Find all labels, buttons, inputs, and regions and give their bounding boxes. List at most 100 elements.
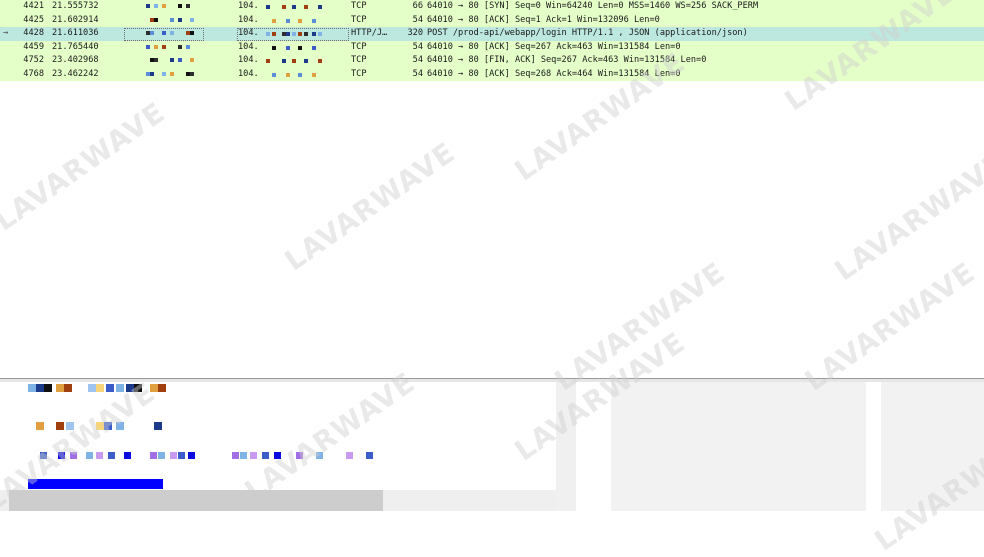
- packet-source: [124, 68, 234, 82]
- redacted-destination-pixel: [266, 32, 270, 36]
- redacted-detail-pixel: [108, 452, 115, 459]
- packet-time: 21.765440: [52, 41, 99, 52]
- redacted-destination-pixel: [272, 18, 276, 23]
- redacted-destination-pixel: [298, 45, 302, 50]
- redacted-source-pixel: [150, 31, 154, 35]
- redacted-detail-pixel: [106, 384, 114, 392]
- redacted-detail-pixel: [56, 384, 64, 392]
- redacted-source-pixel: [154, 4, 158, 8]
- redacted-destination-pixel: [304, 59, 308, 63]
- redacted-source-pixel: [162, 44, 166, 49]
- bytes-hex-view: [611, 382, 866, 511]
- redacted-destination-pixel: [286, 18, 290, 23]
- redacted-detail-pixel: [70, 452, 77, 459]
- redacted-detail-pixel: [64, 384, 72, 392]
- packet-destination: 104.: [238, 14, 259, 25]
- packet-length: 66: [412, 1, 423, 11]
- redacted-source-pixel: [154, 17, 158, 22]
- redacted-source-pixel: [178, 44, 182, 49]
- redacted-destination-pixel: [282, 5, 286, 9]
- packet-info: 64010 → 80 [SYN] Seq=0 Win=64240 Len=0 M…: [427, 1, 759, 11]
- redacted-source-pixel: [170, 71, 174, 76]
- redacted-destination-pixel: [286, 32, 290, 36]
- redacted-detail-pixel: [66, 422, 74, 430]
- redacted-detail-pixel: [86, 452, 93, 459]
- redacted-source-pixel: [154, 44, 158, 49]
- redacted-destination-pixel: [286, 72, 290, 77]
- redacted-destination-pixel: [266, 5, 270, 9]
- packet-time: 21.611036: [52, 28, 99, 38]
- redacted-destination-pixel: [318, 59, 322, 63]
- redacted-destination-pixel: [312, 32, 316, 36]
- redacted-source-pixel: [146, 44, 150, 49]
- packet-destination: 104.: [238, 41, 259, 52]
- redacted-detail-pixel: [124, 452, 131, 459]
- redacted-source-pixel: [190, 17, 194, 22]
- redacted-detail-pixel: [36, 384, 44, 392]
- packet-row[interactable]: 4425 21.602914 104. TCP 54 64010 → 80 [ACK] S…: [0, 13, 984, 27]
- packet-row[interactable]: 4752 23.402968 104. TCP 54 64010 → 80 [FIN, A…: [0, 54, 984, 68]
- redacted-detail-pixel: [104, 422, 112, 430]
- packet-length: 320: [407, 28, 423, 38]
- redacted-detail-pixel: [116, 384, 124, 392]
- redacted-detail-pixel: [58, 452, 65, 459]
- redacted-detail-pixel: [170, 452, 177, 459]
- redacted-destination-pixel: [272, 72, 276, 77]
- packet-protocol: TCP: [351, 41, 367, 52]
- redacted-detail-pixel: [316, 452, 323, 459]
- redacted-detail-pixel: [158, 452, 165, 459]
- related-packet-arrow-icon: →: [3, 28, 9, 38]
- redacted-destination-pixel: [272, 32, 276, 36]
- redacted-detail-pixel: [28, 384, 36, 392]
- redacted-detail-pixel: [96, 384, 104, 392]
- redacted-source-pixel: [170, 58, 174, 62]
- redacted-detail-pixel: [126, 384, 134, 392]
- redacted-detail-pixel: [250, 452, 257, 459]
- redacted-destination-pixel: [286, 45, 290, 50]
- redacted-source-pixel: [178, 58, 182, 62]
- redacted-detail-pixel: [158, 384, 166, 392]
- redacted-detail-pixel: [274, 452, 281, 459]
- redacted-detail-pixel: [96, 452, 103, 459]
- packet-protocol: TCP: [351, 1, 367, 11]
- packet-number: 4421: [23, 1, 44, 11]
- packet-length: 54: [412, 68, 423, 79]
- redacted-detail-pixel: [150, 384, 158, 392]
- redacted-destination-pixel: [298, 72, 302, 77]
- redacted-destination-pixel: [292, 59, 296, 63]
- packet-info: 64010 → 80 [ACK] Seq=1 Ack=1 Win=132096 …: [427, 14, 660, 25]
- redacted-detail-pixel: [150, 452, 157, 459]
- packet-info: POST /prod-api/webapp/login HTTP/1.1 , J…: [427, 28, 748, 38]
- redacted-detail-pixel: [232, 452, 239, 459]
- redacted-detail-pixel: [262, 452, 269, 459]
- redacted-detail-pixel: [134, 384, 142, 392]
- redacted-detail-pixel: [36, 422, 44, 430]
- redacted-detail-pixel: [88, 384, 96, 392]
- selected-field-highlight: [28, 479, 163, 489]
- packet-length: 54: [412, 55, 423, 65]
- packet-protocol: TCP: [351, 55, 367, 65]
- packet-details-pane: [0, 382, 556, 490]
- bytes-offset-column: [556, 382, 576, 511]
- redacted-destination-pixel: [292, 32, 296, 36]
- packet-length: 54: [412, 41, 423, 52]
- packet-destination: 104.: [238, 68, 259, 79]
- redacted-destination-pixel: [266, 59, 270, 63]
- redacted-source-pixel: [162, 31, 166, 35]
- redacted-source-pixel: [170, 17, 174, 22]
- redacted-source-pixel: [154, 58, 158, 62]
- redacted-destination-pixel: [298, 18, 302, 23]
- redacted-source-pixel: [190, 31, 194, 35]
- redacted-source-pixel: [190, 58, 194, 62]
- redacted-destination-pixel: [318, 5, 322, 9]
- redacted-source-pixel: [178, 17, 182, 22]
- packet-number: 4459: [23, 41, 44, 52]
- redacted-detail-pixel: [40, 452, 47, 459]
- packet-number: 4768: [23, 68, 44, 79]
- details-scrollbar-thumb[interactable]: [9, 490, 383, 511]
- packet-info: 64010 → 80 [FIN, ACK] Seq=267 Ack=463 Wi…: [427, 55, 707, 65]
- redacted-source-pixel: [150, 71, 154, 76]
- redacted-destination-pixel: [312, 18, 316, 23]
- redacted-detail-pixel: [188, 452, 195, 459]
- redacted-detail-pixel: [240, 452, 247, 459]
